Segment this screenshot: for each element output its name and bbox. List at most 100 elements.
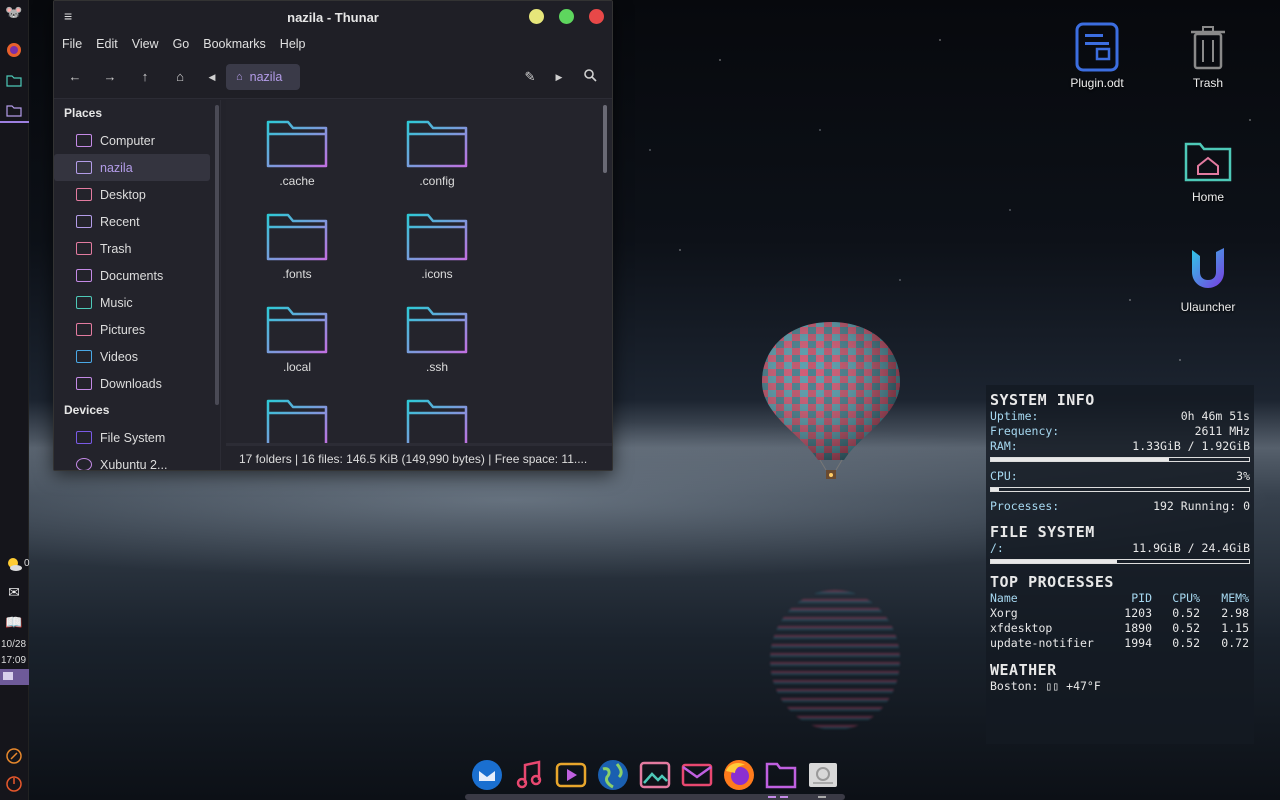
ulauncher-icon [1188, 246, 1228, 296]
workspace-1[interactable] [3, 672, 13, 680]
fs-bar-fill [991, 560, 1118, 563]
xfce-mouse-icon[interactable]: 🐭 [3, 2, 25, 22]
path-right-chevron-icon[interactable]: ▶ [551, 69, 567, 85]
up-arrow-icon[interactable]: ↑ [137, 69, 153, 85]
left-panel: 🐭 0 ✉ 📖 10/28 17:09 [0, 0, 30, 800]
sidebar-item-documents[interactable]: Documents [54, 262, 220, 289]
devices-header: Devices [64, 403, 110, 417]
fs-bar [990, 559, 1250, 564]
disk-icon[interactable] [806, 758, 840, 792]
menubar: File Edit View Go Bookmarks Help [54, 33, 612, 55]
power-manager-icon[interactable] [3, 746, 25, 766]
trash-icon [1189, 26, 1227, 72]
sidebar: Places Computer nazila Desktop Recent Trash D… [54, 100, 221, 471]
home-icon[interactable]: ⌂ [172, 69, 188, 85]
recent-icon [76, 215, 92, 228]
image-viewer-icon[interactable] [638, 758, 672, 792]
edit-path-pencil-icon[interactable]: ✎ [522, 69, 538, 85]
back-arrow-icon[interactable]: ← [67, 69, 83, 85]
sidebar-scrollbar[interactable] [215, 105, 219, 405]
desktop-icon-label: Plugin.odt [1070, 76, 1124, 90]
sidebar-item-label: Music [100, 295, 133, 310]
sidebar-item-music[interactable]: Music [54, 289, 220, 316]
file-item[interactable] [382, 397, 492, 443]
file-view[interactable]: .cache .config .fonts .icons .local .ssh [226, 100, 612, 443]
search-icon[interactable] [582, 69, 598, 85]
pictures-folder-icon [76, 323, 92, 336]
processes-row: Processes: 192 Running: 0 [990, 499, 1250, 513]
path-left-chevron-icon[interactable]: ◀ [204, 69, 220, 85]
sidebar-item-label: nazila [100, 160, 133, 175]
statusbar: 17 folders | 16 files: 146.5 KiB (149,99… [239, 452, 588, 466]
desktop-icon-trash[interactable]: Trash [1168, 26, 1248, 90]
firefox-launcher-icon[interactable] [3, 40, 25, 60]
desktop-icon-home[interactable]: Home [1168, 140, 1248, 204]
clock-time[interactable]: 17:09 [1, 655, 26, 666]
workspace-switcher[interactable] [0, 669, 29, 685]
thunar-task-icon[interactable] [3, 100, 25, 120]
file-view-scrollbar[interactable] [603, 105, 607, 173]
sidebar-device-1[interactable]: Xubuntu 2... [54, 451, 220, 471]
mail-notify-icon[interactable]: ✉ [3, 582, 25, 602]
mail-icon[interactable] [680, 758, 714, 792]
desktop-icon-ulauncher[interactable]: Ulauncher [1168, 246, 1248, 314]
folder-icon[interactable] [764, 758, 798, 792]
menu-file[interactable]: File [62, 37, 82, 51]
sidebar-item-desktop[interactable]: Desktop [54, 181, 220, 208]
minimize-button[interactable] [529, 9, 544, 24]
sidebar-item-label: Desktop [100, 187, 146, 202]
videos-folder-icon [76, 350, 92, 363]
maximize-button[interactable] [559, 9, 574, 24]
file-item[interactable]: .ssh [382, 304, 492, 374]
filesystem-icon [76, 431, 92, 444]
folder-task-icon[interactable] [3, 70, 25, 90]
globe-icon[interactable] [596, 758, 630, 792]
file-item[interactable]: .fonts [242, 211, 352, 281]
top-processes-heading: TOP PROCESSES [990, 573, 1114, 591]
firefox-icon[interactable] [722, 758, 756, 792]
sidebar-item-label: Videos [100, 349, 138, 364]
file-item[interactable] [242, 397, 352, 443]
path-button-nazila[interactable]: ⌂ nazila [226, 64, 300, 90]
weather-icon[interactable] [3, 554, 25, 574]
sidebar-item-downloads[interactable]: Downloads [54, 370, 220, 397]
uptime-row: Uptime: 0h 46m 51s [990, 409, 1250, 423]
file-view-hscrollbar[interactable] [226, 443, 612, 446]
menu-edit[interactable]: Edit [96, 37, 118, 51]
cpu-value: 3% [1236, 469, 1250, 483]
music-icon[interactable] [512, 758, 546, 792]
book-icon[interactable]: 📖 [3, 612, 25, 632]
clock-date[interactable]: 10/28 [1, 639, 26, 650]
close-button[interactable] [589, 9, 604, 24]
video-player-icon[interactable] [554, 758, 588, 792]
sidebar-item-trash[interactable]: Trash [54, 235, 220, 262]
sidebar-item-nazila[interactable]: nazila [54, 154, 210, 181]
power-button-icon[interactable] [3, 774, 25, 794]
sidebar-item-computer[interactable]: Computer [54, 127, 220, 154]
downloads-folder-icon [76, 377, 92, 390]
menu-help[interactable]: Help [280, 37, 306, 51]
menu-go[interactable]: Go [173, 37, 190, 51]
forward-arrow-icon[interactable]: → [102, 69, 118, 85]
folder-icon [406, 397, 468, 443]
file-item[interactable]: .config [382, 118, 492, 188]
sidebar-device-0[interactable]: File System [54, 424, 220, 451]
thunar-window[interactable]: ≡ nazila - Thunar File Edit View Go Book… [53, 0, 613, 471]
sidebar-item-videos[interactable]: Videos [54, 343, 220, 370]
file-item[interactable]: .local [242, 304, 352, 374]
file-item[interactable]: .icons [382, 211, 492, 281]
sidebar-item-label: Xubuntu 2... [100, 457, 168, 471]
desktop-icon-plugin-odt[interactable]: Plugin.odt [1057, 22, 1137, 90]
sidebar-item-recent[interactable]: Recent [54, 208, 220, 235]
titlebar[interactable]: ≡ nazila - Thunar [54, 1, 612, 33]
top-processes-header: Name PID CPU% MEM% [990, 591, 1249, 605]
folder-icon [266, 118, 328, 168]
frequency-value: 2611 MHz [1194, 424, 1250, 438]
sidebar-item-label: File System [100, 430, 166, 445]
menu-view[interactable]: View [132, 37, 159, 51]
file-item[interactable]: .cache [242, 118, 352, 188]
sidebar-item-pictures[interactable]: Pictures [54, 316, 220, 343]
conky-system-monitor: SYSTEM INFO Uptime: 0h 46m 51s Frequency:… [986, 385, 1254, 744]
menu-bookmarks[interactable]: Bookmarks [203, 37, 266, 51]
thunderbird-icon[interactable] [470, 758, 504, 792]
